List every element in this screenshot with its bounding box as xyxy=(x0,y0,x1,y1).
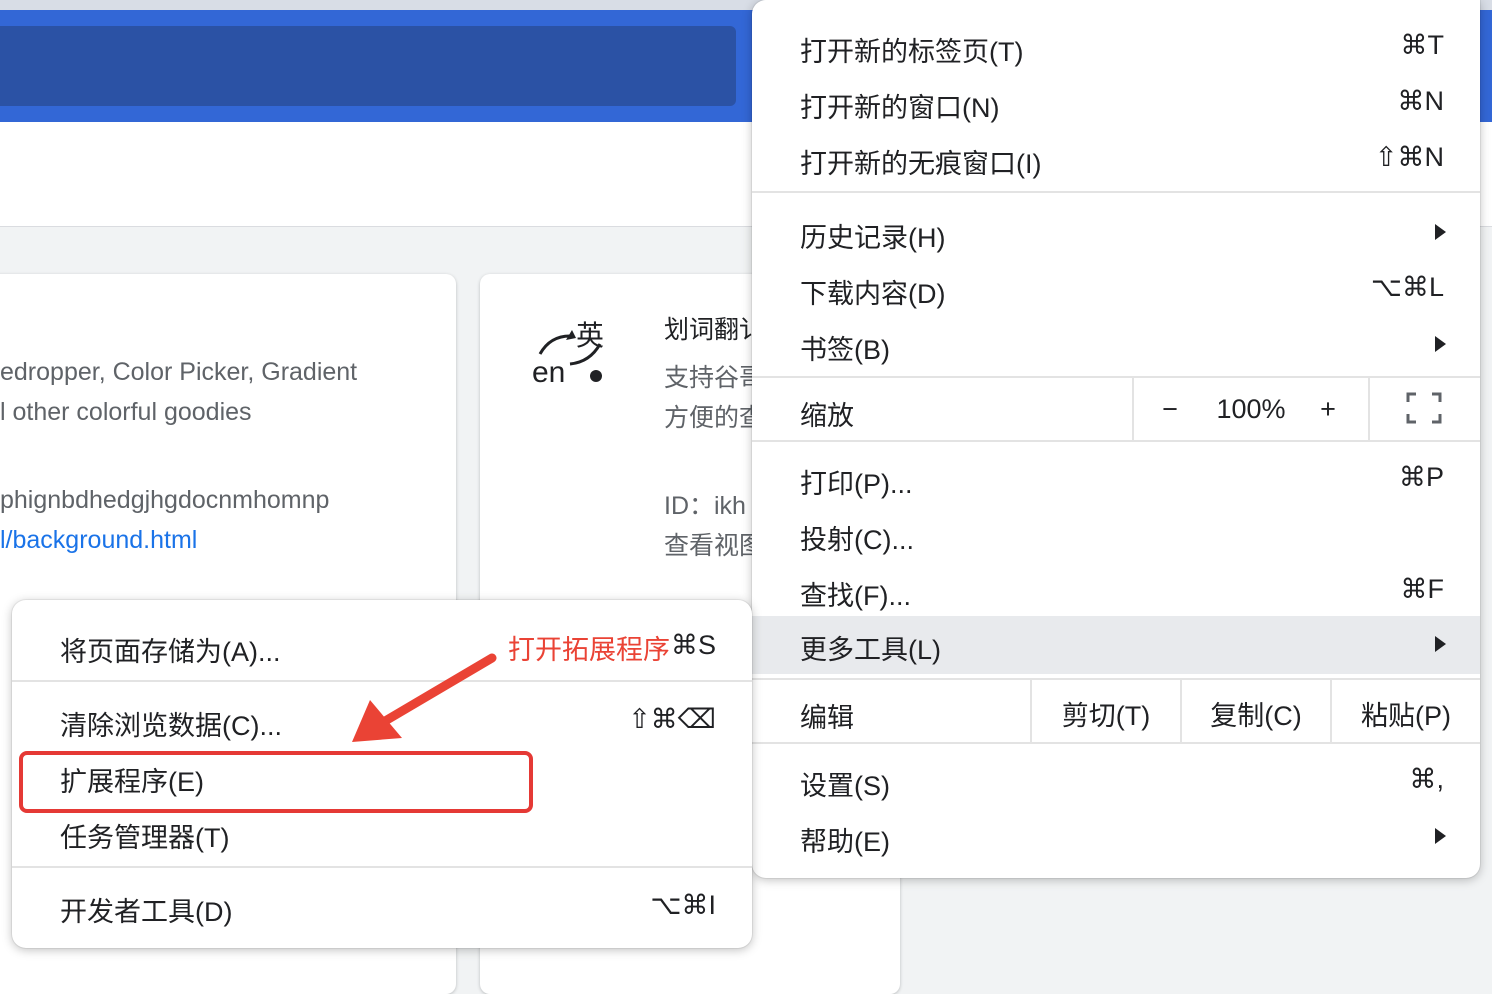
card-title: 划词翻讠 xyxy=(664,310,764,346)
menu-item-label: 下载内容(D) xyxy=(800,272,945,311)
card-description-line1: 支持谷哥 xyxy=(664,358,764,394)
menu-item-label: 设置(S) xyxy=(800,764,890,803)
menu-item-label: 将页面存储为(A)... xyxy=(60,630,281,669)
submenu-arrow-icon xyxy=(1435,224,1446,240)
menu-item-shortcut: ⌥⌘I xyxy=(650,890,716,921)
menu-item-label: 投射(C)... xyxy=(800,518,914,557)
search-box[interactable] xyxy=(0,26,736,106)
menu-item-bookmarks[interactable]: 书签(B) xyxy=(752,316,1480,372)
card-description-line1: edropper, Color Picker, Gradient xyxy=(0,358,357,387)
menu-item-new-incognito[interactable]: 打开新的无痕窗口(I) ⇧⌘N xyxy=(752,130,1480,186)
submenu-arrow-icon xyxy=(1435,828,1446,844)
menu-item-shortcut: ⌘S xyxy=(671,630,716,661)
card-background-link[interactable]: l/background.html xyxy=(0,526,197,555)
menu-item-history[interactable]: 历史记录(H) xyxy=(752,204,1480,260)
edit-label: 编辑 xyxy=(800,696,854,735)
menu-item-settings[interactable]: 设置(S) ⌘, xyxy=(752,752,1480,808)
paste-button[interactable]: 粘贴(P) xyxy=(1332,694,1480,733)
menu-item-cast[interactable]: 投射(C)... xyxy=(752,506,1480,562)
menu-item-label: 帮助(E) xyxy=(800,820,890,859)
copy-button[interactable]: 复制(C) xyxy=(1182,694,1330,733)
card-extension-id: ID：ikh xyxy=(664,486,746,522)
menu-item-shortcut: ⌘N xyxy=(1398,86,1445,117)
submenu-arrow-icon xyxy=(1435,336,1446,352)
zoom-divider xyxy=(1132,378,1134,440)
annotation-label: 打开拓展程序 xyxy=(508,628,670,667)
menu-separator xyxy=(752,440,1480,442)
menu-separator xyxy=(752,742,1480,744)
menu-zoom-row: 缩放 − 100% + xyxy=(752,378,1480,440)
menu-item-find[interactable]: 查找(F)... ⌘F xyxy=(752,562,1480,618)
menu-item-label: 打印(P)... xyxy=(800,462,913,501)
card-extension-id: phignbdhedgjhgdocnmhomnp xyxy=(0,486,329,515)
zoom-divider xyxy=(1368,378,1370,440)
menu-item-shortcut: ⇧⌘N xyxy=(1375,142,1444,173)
menu-item-label: 查找(F)... xyxy=(800,574,911,613)
logo-swap-arrows-icon xyxy=(530,314,610,394)
menu-item-help[interactable]: 帮助(E) xyxy=(752,808,1480,864)
card-view-link[interactable]: 查看视图 xyxy=(664,526,764,562)
annotation-highlight-box xyxy=(19,751,533,813)
menu-item-shortcut: ⇧⌘⌫ xyxy=(628,704,716,735)
menu-item-shortcut: ⌘P xyxy=(1399,462,1444,493)
menu-item-label: 清除浏览数据(C)... xyxy=(60,704,282,743)
annotation-arrow-icon xyxy=(340,650,510,750)
menu-separator xyxy=(12,866,752,868)
fullscreen-icon[interactable] xyxy=(1406,392,1442,424)
menu-item-print[interactable]: 打印(P)... ⌘P xyxy=(752,450,1480,506)
menu-item-label: 开发者工具(D) xyxy=(60,890,232,929)
menu-item-shortcut: ⌘, xyxy=(1409,764,1444,795)
translate-extension-logo: 英 en xyxy=(530,314,610,394)
menu-item-shortcut: ⌘T xyxy=(1401,30,1445,61)
menu-item-label: 更多工具(L) xyxy=(800,628,941,667)
zoom-level: 100% xyxy=(1208,394,1294,425)
menu-edit-row: 编辑 剪切(T) 复制(C) 粘贴(P) xyxy=(752,680,1480,742)
menu-item-label: 打开新的无痕窗口(I) xyxy=(800,142,1041,181)
cut-button[interactable]: 剪切(T) xyxy=(1032,694,1180,733)
zoom-label: 缩放 xyxy=(800,394,854,433)
menu-item-shortcut: ⌥⌘L xyxy=(1371,272,1444,303)
menu-item-label: 历史记录(H) xyxy=(800,216,945,255)
menu-item-more-tools[interactable]: 更多工具(L) xyxy=(752,616,1480,674)
menu-item-label: 书签(B) xyxy=(800,328,890,367)
zoom-in-button[interactable]: + xyxy=(1310,394,1346,425)
chrome-main-menu: 打开新的标签页(T) ⌘T 打开新的窗口(N) ⌘N 打开新的无痕窗口(I) ⇧… xyxy=(752,0,1480,878)
menu-item-new-window[interactable]: 打开新的窗口(N) ⌘N xyxy=(752,74,1480,130)
menu-item-label: 打开新的标签页(T) xyxy=(800,30,1023,69)
menu-item-downloads[interactable]: 下载内容(D) ⌥⌘L xyxy=(752,260,1480,316)
menu-item-new-tab[interactable]: 打开新的标签页(T) ⌘T xyxy=(752,18,1480,74)
menu-item-shortcut: ⌘F xyxy=(1401,574,1445,605)
menu-item-developer-tools[interactable]: 开发者工具(D) ⌥⌘I xyxy=(12,878,752,934)
menu-item-label: 任务管理器(T) xyxy=(60,816,229,855)
card-description-line2: 方便的查 xyxy=(664,398,764,434)
menu-item-label: 打开新的窗口(N) xyxy=(800,86,999,125)
submenu-arrow-icon xyxy=(1435,636,1446,652)
card-description-line2: l other colorful goodies xyxy=(0,398,252,427)
menu-separator xyxy=(752,191,1480,193)
zoom-out-button[interactable]: − xyxy=(1152,394,1188,425)
